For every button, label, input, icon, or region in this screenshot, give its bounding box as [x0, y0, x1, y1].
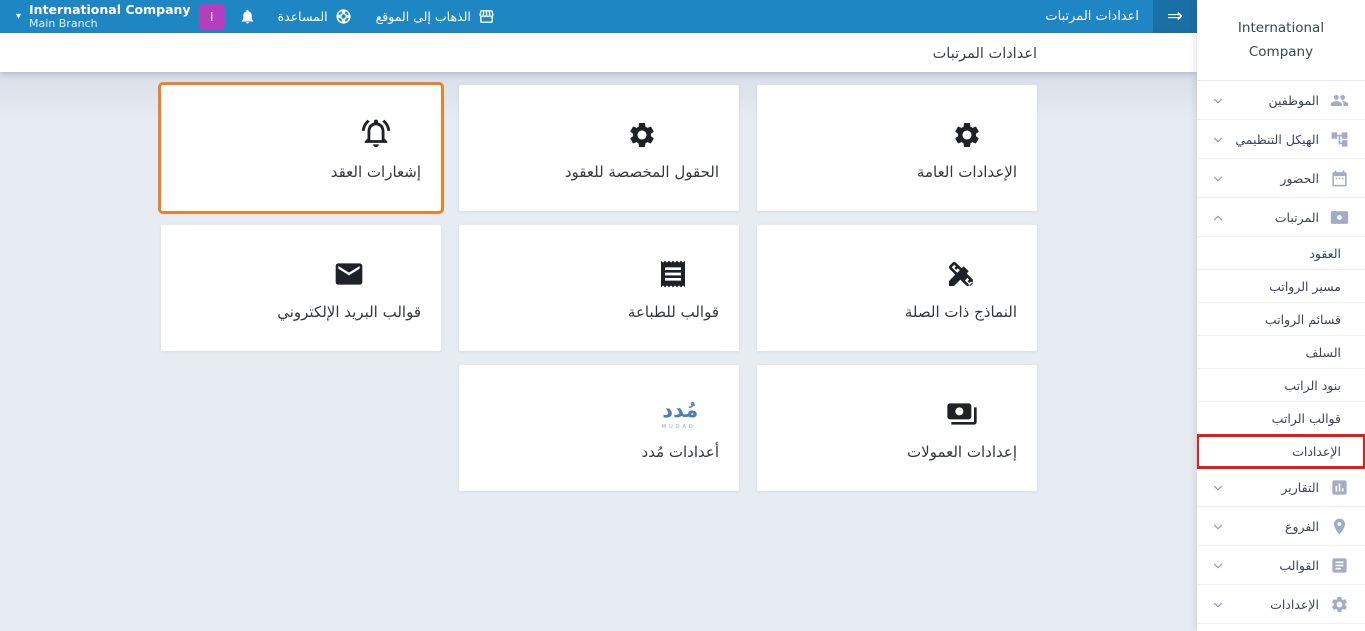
- chevron-down-icon: [1211, 171, 1225, 185]
- card-label: الحقول المخصصة للعقود: [564, 162, 719, 181]
- sidebar-item-templates[interactable]: القوالب: [1197, 546, 1365, 586]
- card-label: النماذج ذات الصلة: [904, 302, 1017, 321]
- branch-name: Main Branch: [29, 17, 98, 31]
- topbar: ⇒ اعدادات المرتبات الذهاب إلى الموقع الم…: [0, 0, 1197, 33]
- sidebar-subitem-payroll[interactable]: مسير الرواتب: [1197, 270, 1365, 304]
- subitem-label: قسائم الرواتب: [1264, 311, 1341, 327]
- subitem-label: السلف: [1305, 344, 1341, 360]
- chevron-down-icon: [1211, 93, 1225, 107]
- sidebar-item-reports[interactable]: التقارير: [1197, 468, 1365, 508]
- mudad-logo-latin: MUDAD: [661, 423, 696, 430]
- payments-icon: [946, 396, 978, 430]
- sidebar-subitem-salary-templates[interactable]: قوالب الراتب: [1197, 402, 1365, 436]
- org-chart-icon: [1330, 130, 1349, 149]
- avatar-letter: I: [209, 9, 214, 24]
- storefront-icon: [479, 10, 494, 23]
- card-label: قوالب للطباعة: [627, 302, 719, 321]
- user-avatar[interactable]: I: [198, 3, 225, 30]
- chevron-down-icon: [1211, 132, 1225, 146]
- sidebar-item-branches[interactable]: الفروع: [1197, 507, 1365, 547]
- email-icon: [333, 256, 365, 290]
- calendar-icon: [1330, 169, 1349, 188]
- subitem-label: بنود الراتب: [1284, 377, 1341, 393]
- help-link[interactable]: المساعدة: [278, 8, 352, 25]
- people-icon: [1330, 91, 1349, 110]
- document-icon: [1330, 556, 1349, 575]
- map-pin-icon: [1330, 517, 1349, 536]
- settings-card-grid: الإعدادات العامة الحقول المخصصة للعقود إ…: [158, 82, 1037, 491]
- company-name: International Company: [29, 1, 191, 17]
- card-commission-settings[interactable]: إعدادات العمولات: [757, 365, 1037, 491]
- main-column: ⇒ اعدادات المرتبات الذهاب إلى الموقع الم…: [0, 0, 1197, 631]
- card-related-forms[interactable]: النماذج ذات الصلة: [757, 225, 1037, 351]
- sidebar-item-attendance[interactable]: الحضور: [1197, 159, 1365, 199]
- card-contract-custom-fields[interactable]: الحقول المخصصة للعقود: [459, 85, 739, 211]
- sidebar-subitem-advances[interactable]: السلف: [1197, 336, 1365, 370]
- sidebar-toggle-button[interactable]: ⇒: [1153, 0, 1197, 33]
- gear-icon: [627, 116, 657, 150]
- sidebar-subitem-settings[interactable]: الإعدادات: [1197, 434, 1365, 470]
- money-icon: [1330, 208, 1349, 227]
- sidebar-item-settings[interactable]: الإعدادات: [1197, 585, 1365, 625]
- mudad-logo-arabic: مُدد: [662, 397, 699, 422]
- card-label: قوالب البريد الإلكتروني: [277, 302, 421, 321]
- sidebar-item-label: القوالب: [1279, 557, 1319, 573]
- card-email-templates[interactable]: قوالب البريد الإلكتروني: [161, 225, 441, 351]
- caret-down-icon: ▾: [16, 11, 22, 22]
- sidebar-item-label: الفروع: [1285, 518, 1319, 534]
- help-label: المساعدة: [277, 9, 328, 24]
- card-label: إشعارات العقد: [330, 162, 421, 181]
- bar-chart-icon: [1330, 478, 1349, 497]
- chevron-down-icon: [1211, 597, 1225, 611]
- sidebar-item-label: الحضور: [1280, 170, 1319, 186]
- chevron-down-icon: [1211, 558, 1225, 572]
- mudad-logo: مُدد MUDAD: [662, 396, 699, 430]
- company-selector-text: International Company Main Branch: [29, 2, 191, 31]
- sidebar-item-salaries[interactable]: المرتبات: [1197, 198, 1365, 238]
- page-title: اعدادات المرتبات: [932, 46, 1037, 62]
- company-selector[interactable]: International Company Main Branch ▾: [10, 2, 191, 31]
- subitem-label: العقود: [1309, 245, 1341, 261]
- content-area: الإعدادات العامة الحقول المخصصة للعقود إ…: [0, 72, 1197, 631]
- subitem-label: قوالب الراتب: [1271, 410, 1341, 426]
- double-arrow-icon: ⇒: [1167, 5, 1183, 27]
- app-root: International Company الموظفين الهيكل ال…: [0, 0, 1365, 631]
- card-general-settings[interactable]: الإعدادات العامة: [757, 85, 1037, 211]
- sidebar-item-label: التقارير: [1281, 479, 1319, 495]
- card-label: إعدادات العمولات: [907, 442, 1017, 461]
- life-ring-icon: [336, 9, 351, 24]
- bell-icon: [241, 9, 253, 24]
- sidebar-item-employees[interactable]: الموظفين: [1197, 81, 1365, 121]
- design-tools-icon: [945, 256, 977, 290]
- card-contract-notifications[interactable]: إشعارات العقد: [158, 82, 444, 214]
- page-header: اعدادات المرتبات: [0, 33, 1197, 72]
- sidebar-item-label: الإعدادات: [1270, 596, 1319, 612]
- chevron-down-icon: [1211, 519, 1225, 533]
- sidebar-item-label: المرتبات: [1274, 209, 1319, 225]
- sidebar-item-label: الهيكل التنظيمي: [1235, 131, 1319, 147]
- go-to-site-link[interactable]: الذهاب إلى الموقع: [376, 8, 495, 25]
- sidebar-subitem-payslips[interactable]: قسائم الرواتب: [1197, 303, 1365, 337]
- sidebar-company-name: International Company: [1197, 0, 1365, 82]
- topbar-page-title: اعدادات المرتبات: [1045, 9, 1139, 24]
- card-mudad-settings[interactable]: مُدد MUDAD أعدادات مُدد: [459, 365, 739, 491]
- gear-icon: [1330, 595, 1349, 614]
- notifications-bell-button[interactable]: [239, 8, 256, 25]
- receipt-icon: [657, 256, 689, 290]
- go-to-site-label: الذهاب إلى الموقع: [375, 9, 471, 24]
- sidebar-subitem-contracts[interactable]: العقود: [1197, 237, 1365, 271]
- sidebar-subitem-salary-items[interactable]: بنود الراتب: [1197, 369, 1365, 403]
- gear-icon: [952, 116, 982, 150]
- sidebar-item-org-structure[interactable]: الهيكل التنظيمي: [1197, 120, 1365, 160]
- sidebar: International Company الموظفين الهيكل ال…: [1197, 0, 1365, 631]
- card-label: الإعدادات العامة: [916, 162, 1017, 181]
- subitem-label: مسير الرواتب: [1269, 278, 1341, 294]
- card-label: أعدادات مُدد: [641, 442, 719, 461]
- subitem-label: الإعدادات: [1292, 443, 1341, 459]
- card-print-templates[interactable]: قوالب للطباعة: [459, 225, 739, 351]
- sidebar-item-label: الموظفين: [1268, 92, 1319, 108]
- chevron-down-icon: [1211, 480, 1225, 494]
- bell-ringing-icon: [359, 116, 393, 150]
- chevron-up-icon: [1211, 210, 1225, 224]
